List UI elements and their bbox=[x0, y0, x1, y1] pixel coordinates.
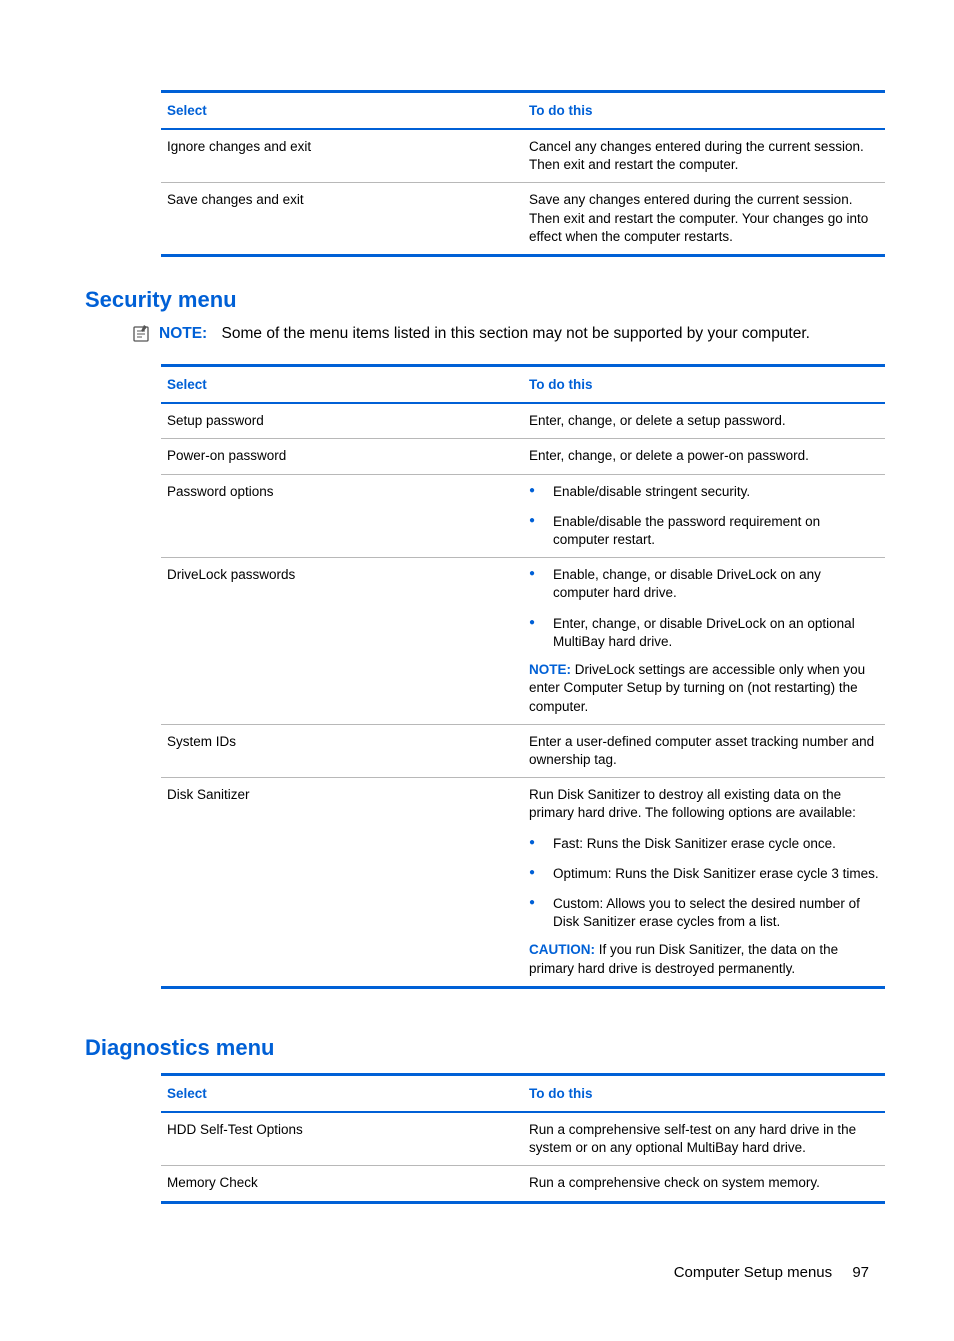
table-row: Disk Sanitizer Run Disk Sanitizer to des… bbox=[161, 778, 885, 988]
cell-select: Memory Check bbox=[161, 1166, 523, 1202]
list-item: Enter, change, or disable DriveLock on a… bbox=[529, 615, 879, 651]
note-label: NOTE: bbox=[529, 662, 571, 677]
cell-select: DriveLock passwords bbox=[161, 558, 523, 725]
col-select: Select bbox=[161, 1074, 523, 1112]
table-row: Memory Check Run a comprehensive check o… bbox=[161, 1166, 885, 1202]
table-row: HDD Self-Test Options Run a comprehensiv… bbox=[161, 1112, 885, 1166]
cell-todo: Enable/disable stringent security. Enabl… bbox=[523, 474, 885, 558]
cell-todo: Enter, change, or delete a setup passwor… bbox=[523, 403, 885, 439]
col-select: Select bbox=[161, 366, 523, 404]
table-row: DriveLock passwords Enable, change, or d… bbox=[161, 558, 885, 725]
security-table: Select To do this Setup password Enter, … bbox=[161, 364, 885, 989]
cell-todo: Enable, change, or disable DriveLock on … bbox=[523, 558, 885, 725]
page-number: 97 bbox=[852, 1264, 869, 1281]
cell-select: Password options bbox=[161, 474, 523, 558]
col-todo: To do this bbox=[523, 1074, 885, 1112]
table-row: Password options Enable/disable stringen… bbox=[161, 474, 885, 558]
list-item: Enable/disable the password requirement … bbox=[529, 513, 879, 549]
table-row: System IDs Enter a user-defined computer… bbox=[161, 724, 885, 777]
security-note: NOTE: Some of the menu items listed in t… bbox=[133, 325, 869, 348]
list-item: Enable, change, or disable DriveLock on … bbox=[529, 566, 879, 602]
table-row: Save changes and exit Save any changes e… bbox=[161, 183, 885, 256]
cell-todo: Enter a user-defined computer asset trac… bbox=[523, 724, 885, 777]
table-row: Ignore changes and exit Cancel any chang… bbox=[161, 129, 885, 183]
caution-label: CAUTION: bbox=[529, 942, 595, 957]
page-footer: Computer Setup menus 97 bbox=[85, 1264, 869, 1281]
diagnostics-table: Select To do this HDD Self-Test Options … bbox=[161, 1073, 885, 1204]
note-icon bbox=[133, 325, 151, 348]
note-text: DriveLock settings are accessible only w… bbox=[529, 662, 865, 713]
cell-todo: Run Disk Sanitizer to destroy all existi… bbox=[523, 778, 885, 988]
col-select: Select bbox=[161, 92, 523, 130]
note-label: NOTE: bbox=[159, 325, 207, 342]
cell-select: Ignore changes and exit bbox=[161, 129, 523, 183]
security-heading: Security menu bbox=[85, 287, 869, 313]
col-todo: To do this bbox=[523, 366, 885, 404]
cell-todo: Run a comprehensive check on system memo… bbox=[523, 1166, 885, 1202]
table-row: Power-on password Enter, change, or dele… bbox=[161, 439, 885, 474]
footer-text: Computer Setup menus bbox=[674, 1264, 832, 1281]
cell-select: Disk Sanitizer bbox=[161, 778, 523, 988]
note-text: Some of the menu items listed in this se… bbox=[222, 325, 810, 342]
cell-select: Setup password bbox=[161, 403, 523, 439]
cell-todo: Cancel any changes entered during the cu… bbox=[523, 129, 885, 183]
list-item: Custom: Allows you to select the desired… bbox=[529, 895, 879, 931]
cell-todo: Enter, change, or delete a power-on pass… bbox=[523, 439, 885, 474]
exit-table: Select To do this Ignore changes and exi… bbox=[161, 90, 885, 257]
cell-select: HDD Self-Test Options bbox=[161, 1112, 523, 1166]
table-row: Setup password Enter, change, or delete … bbox=[161, 403, 885, 439]
cell-select: Power-on password bbox=[161, 439, 523, 474]
diagnostics-heading: Diagnostics menu bbox=[85, 1035, 869, 1061]
list-item: Enable/disable stringent security. bbox=[529, 483, 879, 501]
cell-select: System IDs bbox=[161, 724, 523, 777]
list-item: Fast: Runs the Disk Sanitizer erase cycl… bbox=[529, 835, 879, 853]
intro-text: Run Disk Sanitizer to destroy all existi… bbox=[529, 786, 879, 822]
cell-todo: Save any changes entered during the curr… bbox=[523, 183, 885, 256]
list-item: Optimum: Runs the Disk Sanitizer erase c… bbox=[529, 865, 879, 883]
cell-select: Save changes and exit bbox=[161, 183, 523, 256]
cell-todo: Run a comprehensive self-test on any har… bbox=[523, 1112, 885, 1166]
col-todo: To do this bbox=[523, 92, 885, 130]
